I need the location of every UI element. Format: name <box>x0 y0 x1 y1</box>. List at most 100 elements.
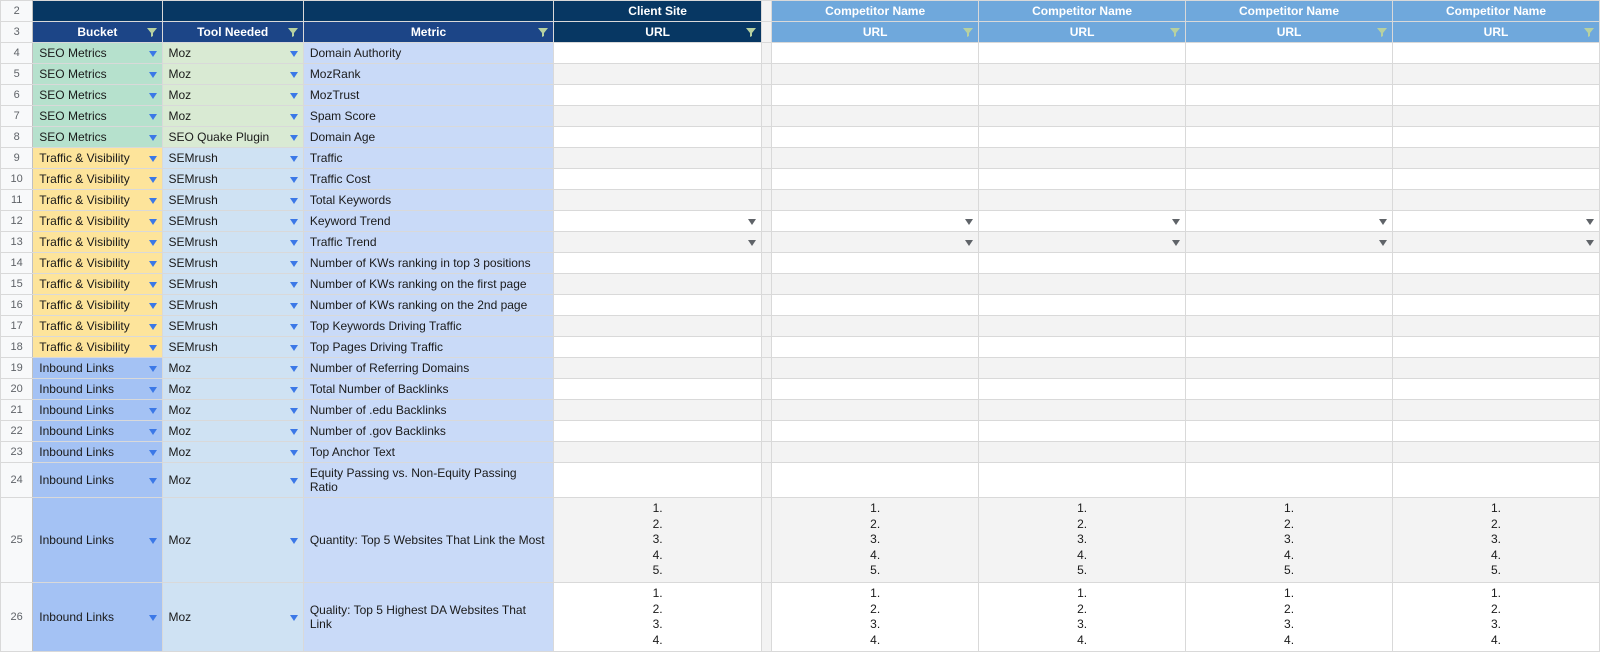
competitor-cell[interactable] <box>979 148 1186 169</box>
dropdown-icon[interactable] <box>149 610 157 624</box>
metric-cell[interactable]: Top Keywords Driving Traffic <box>303 316 553 337</box>
header-cell[interactable] <box>33 1 162 22</box>
dropdown-icon[interactable] <box>290 151 298 165</box>
client-cell[interactable] <box>554 358 762 379</box>
competitor-cell[interactable] <box>772 316 979 337</box>
tool-cell[interactable]: Moz <box>162 358 303 379</box>
competitor-cell[interactable]: 1. 2. 3. 4. <box>1186 582 1393 651</box>
header-url-comp[interactable]: URL <box>1393 22 1600 43</box>
dropdown-icon[interactable] <box>149 46 157 60</box>
tool-cell[interactable]: Moz <box>162 64 303 85</box>
client-cell[interactable]: 1. 2. 3. 4. <box>554 582 762 651</box>
competitor-cell[interactable] <box>772 43 979 64</box>
bucket-cell[interactable]: Traffic & Visibility <box>33 316 162 337</box>
dropdown-icon[interactable] <box>149 424 157 438</box>
filter-icon[interactable] <box>1376 26 1388 38</box>
filter-icon[interactable] <box>537 26 549 38</box>
competitor-cell[interactable] <box>772 400 979 421</box>
metric-cell[interactable]: Quality: Top 5 Highest DA Websites That … <box>303 582 553 651</box>
dropdown-icon[interactable] <box>290 235 298 249</box>
client-cell[interactable] <box>554 253 762 274</box>
competitor-cell[interactable] <box>1393 169 1600 190</box>
dropdown-icon[interactable] <box>149 235 157 249</box>
dropdown-icon[interactable] <box>290 424 298 438</box>
client-cell[interactable] <box>554 442 762 463</box>
dropdown-icon[interactable] <box>1172 235 1180 249</box>
dropdown-icon[interactable] <box>1586 214 1594 228</box>
header-tool[interactable]: Tool Needed <box>162 22 303 43</box>
filter-icon[interactable] <box>287 26 299 38</box>
competitor-cell[interactable]: 1. 2. 3. 4. 5. <box>1186 498 1393 583</box>
client-cell[interactable] <box>554 64 762 85</box>
header-cell[interactable] <box>303 1 553 22</box>
dropdown-icon[interactable] <box>149 151 157 165</box>
dropdown-icon[interactable] <box>290 473 298 487</box>
competitor-cell[interactable] <box>772 127 979 148</box>
header-cell[interactable] <box>162 1 303 22</box>
competitor-cell[interactable] <box>1393 253 1600 274</box>
client-cell[interactable] <box>554 463 762 498</box>
competitor-cell[interactable] <box>1186 127 1393 148</box>
bucket-cell[interactable]: Traffic & Visibility <box>33 295 162 316</box>
competitor-cell[interactable] <box>1186 43 1393 64</box>
competitor-cell[interactable] <box>772 274 979 295</box>
competitor-cell[interactable] <box>772 64 979 85</box>
client-cell[interactable] <box>554 169 762 190</box>
header-client-site[interactable]: Client Site <box>554 1 762 22</box>
client-cell[interactable] <box>554 316 762 337</box>
bucket-cell[interactable]: Inbound Links <box>33 421 162 442</box>
dropdown-icon[interactable] <box>149 403 157 417</box>
dropdown-icon[interactable] <box>1379 235 1387 249</box>
competitor-cell[interactable] <box>772 190 979 211</box>
dropdown-icon[interactable] <box>290 256 298 270</box>
client-cell[interactable] <box>554 190 762 211</box>
header-url-comp[interactable]: URL <box>1186 22 1393 43</box>
competitor-cell[interactable] <box>979 337 1186 358</box>
competitor-cell[interactable] <box>772 337 979 358</box>
bucket-cell[interactable]: SEO Metrics <box>33 127 162 148</box>
dropdown-icon[interactable] <box>1379 214 1387 228</box>
dropdown-icon[interactable] <box>290 88 298 102</box>
dropdown-icon[interactable] <box>149 67 157 81</box>
competitor-cell[interactable] <box>979 400 1186 421</box>
dropdown-icon[interactable] <box>149 298 157 312</box>
competitor-cell[interactable] <box>772 169 979 190</box>
metric-cell[interactable]: Keyword Trend <box>303 211 553 232</box>
competitor-cell[interactable] <box>1393 64 1600 85</box>
metric-cell[interactable]: Spam Score <box>303 106 553 127</box>
competitor-cell[interactable] <box>1393 400 1600 421</box>
dropdown-icon[interactable] <box>748 214 756 228</box>
tool-cell[interactable]: Moz <box>162 106 303 127</box>
tool-cell[interactable]: SEMrush <box>162 316 303 337</box>
tool-cell[interactable]: SEMrush <box>162 295 303 316</box>
metric-cell[interactable]: MozTrust <box>303 85 553 106</box>
client-cell[interactable] <box>554 421 762 442</box>
header-competitor[interactable]: Competitor Name <box>772 1 979 22</box>
filter-icon[interactable] <box>745 26 757 38</box>
competitor-cell[interactable] <box>1393 442 1600 463</box>
competitor-cell[interactable] <box>979 64 1186 85</box>
competitor-cell[interactable] <box>1393 127 1600 148</box>
competitor-cell[interactable] <box>1186 85 1393 106</box>
competitor-cell[interactable] <box>772 379 979 400</box>
competitor-cell[interactable] <box>979 211 1186 232</box>
metric-cell[interactable]: Number of KWs ranking on the 2nd page <box>303 295 553 316</box>
dropdown-icon[interactable] <box>290 277 298 291</box>
client-cell[interactable] <box>554 232 762 253</box>
competitor-cell[interactable]: 1. 2. 3. 4. 5. <box>1393 498 1600 583</box>
competitor-cell[interactable] <box>1186 400 1393 421</box>
client-cell[interactable] <box>554 400 762 421</box>
dropdown-icon[interactable] <box>290 403 298 417</box>
competitor-cell[interactable] <box>1186 274 1393 295</box>
client-cell[interactable]: 1. 2. 3. 4. 5. <box>554 498 762 583</box>
tool-cell[interactable]: SEMrush <box>162 169 303 190</box>
competitor-cell[interactable] <box>1186 337 1393 358</box>
competitor-cell[interactable] <box>979 358 1186 379</box>
competitor-cell[interactable] <box>772 421 979 442</box>
client-cell[interactable] <box>554 148 762 169</box>
competitor-cell[interactable] <box>979 379 1186 400</box>
dropdown-icon[interactable] <box>290 533 298 547</box>
dropdown-icon[interactable] <box>290 340 298 354</box>
tool-cell[interactable]: SEO Quake Plugin <box>162 127 303 148</box>
dropdown-icon[interactable] <box>290 193 298 207</box>
